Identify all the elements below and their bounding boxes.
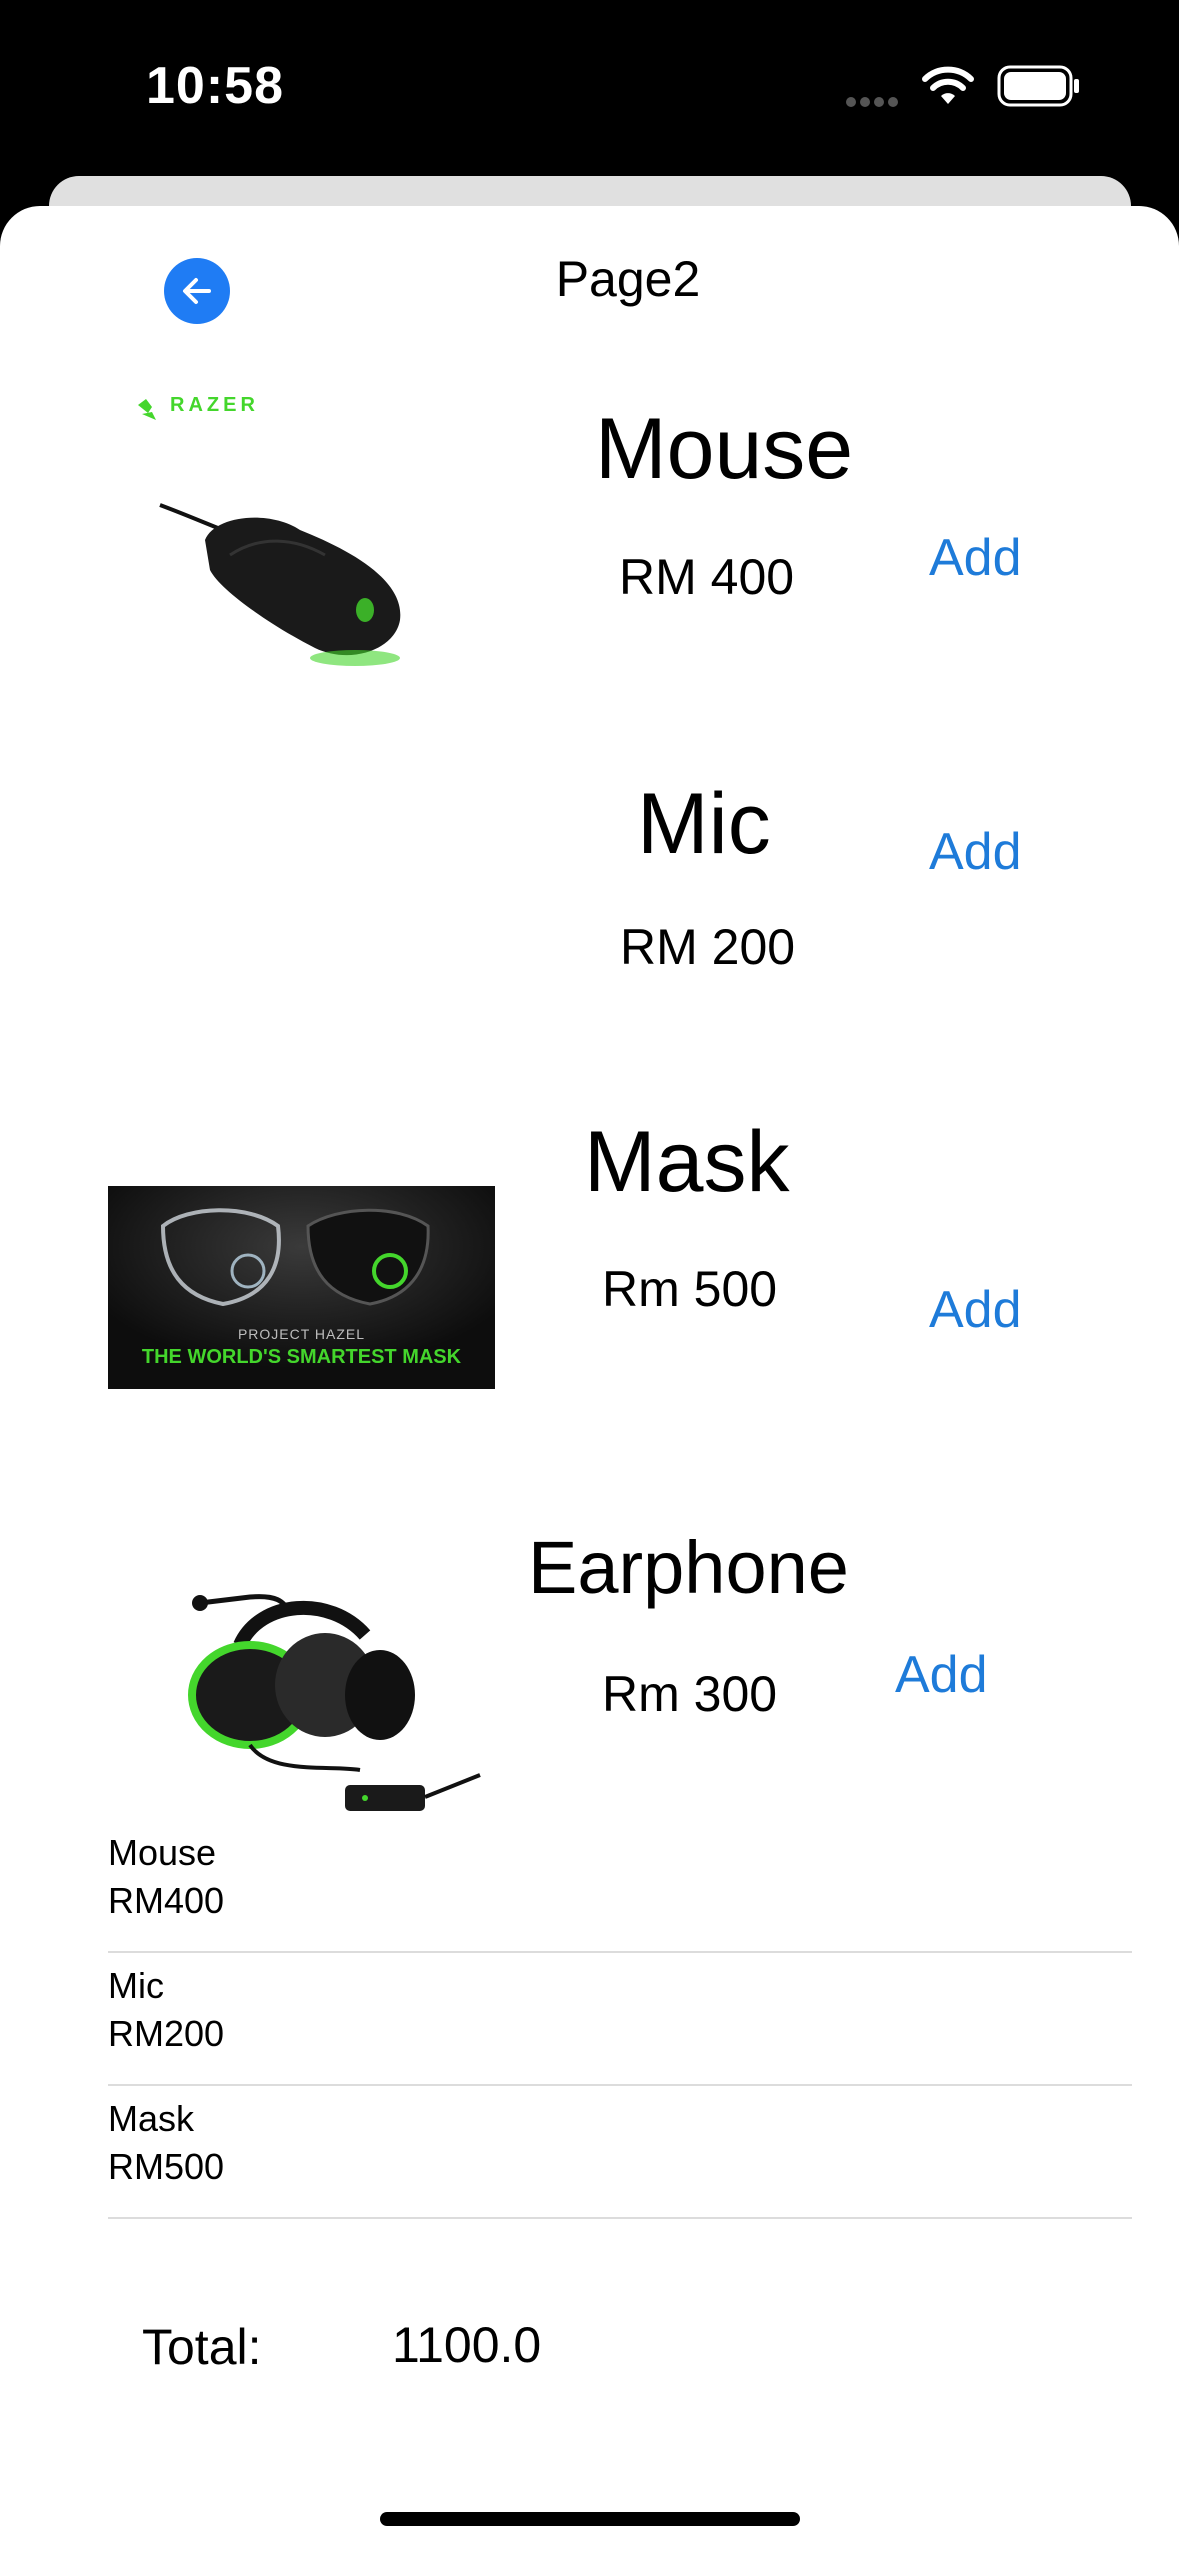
razer-logo-text: RAZER	[170, 394, 259, 416]
cart-list: Mouse RM400 Mic RM200 Mask RM500	[108, 1820, 1132, 2219]
home-indicator[interactable]	[380, 2512, 800, 2526]
product-name: Mask	[584, 1114, 790, 1210]
total-label: Total:	[142, 2319, 262, 2375]
battery-icon	[997, 65, 1079, 107]
add-button-mask[interactable]: Add	[929, 1280, 1022, 1340]
product-price: Rm 300	[602, 1666, 778, 1722]
product-price: RM 400	[619, 549, 795, 605]
cart-item-price: RM200	[108, 2013, 225, 2054]
cart-item-name: Mic	[108, 1965, 164, 2006]
cart-item[interactable]: Mouse RM400	[108, 1820, 1132, 1953]
status-time: 10:58	[146, 57, 284, 115]
earphone-product-image	[180, 1575, 500, 1825]
cart-item[interactable]: Mask RM500	[108, 2086, 1132, 2219]
product-name: Earphone	[528, 1526, 849, 1609]
mask-product-image: PROJECT HAZEL THE WORLD'S SMARTEST MASK	[108, 1186, 495, 1389]
cart-item-price: RM500	[108, 2146, 225, 2187]
add-button-earphone[interactable]: Add	[895, 1645, 988, 1705]
add-button-mic[interactable]: Add	[929, 822, 1022, 882]
mask-image-caption: THE WORLD'S SMARTEST MASK	[141, 1346, 462, 1368]
cart-item[interactable]: Mic RM200	[108, 1953, 1132, 2086]
total-value: 1100.0	[392, 2317, 542, 2373]
page-title: Page2	[555, 251, 701, 307]
cart-item-price: RM400	[108, 1880, 225, 1921]
razer-logo-icon	[138, 399, 156, 420]
mask-image-caption-small: PROJECT HAZEL	[237, 1326, 366, 1342]
product-price: RM 200	[620, 919, 796, 975]
product-name: Mouse	[595, 401, 854, 497]
cart-item-name: Mouse	[108, 1832, 217, 1873]
product-price: Rm 500	[602, 1261, 778, 1317]
add-button-mouse[interactable]: Add	[929, 528, 1022, 588]
cart-item-name: Mask	[108, 2098, 195, 2139]
status-bar: 10:58	[0, 0, 1179, 180]
product-name: Mic	[637, 776, 771, 872]
cellular-signal-icon	[846, 97, 898, 107]
mouse-product-image: RAZER	[120, 380, 420, 680]
wifi-icon	[922, 66, 974, 104]
